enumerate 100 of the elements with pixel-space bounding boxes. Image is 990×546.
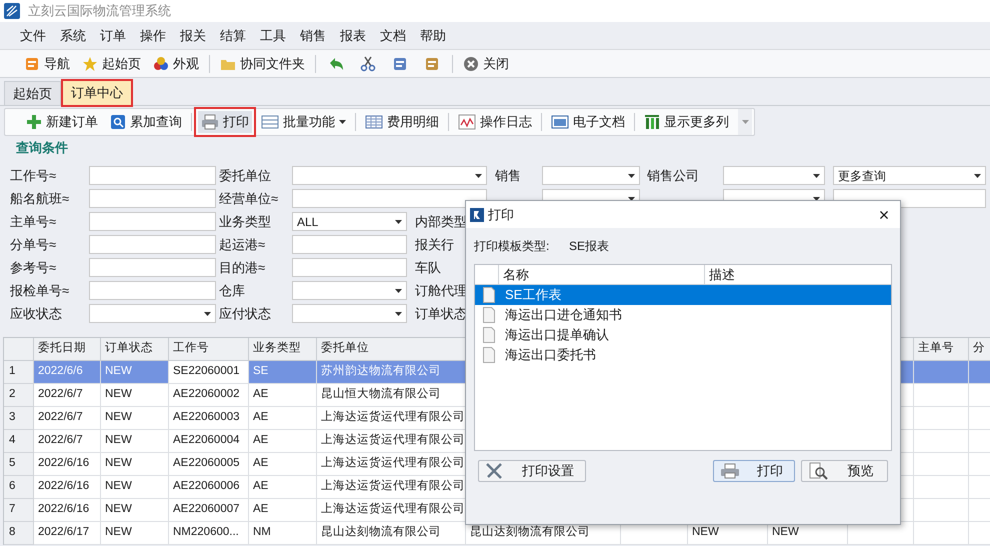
menu-item[interactable]: 系统 <box>60 26 86 46</box>
toolbar-button[interactable]: 协同文件夹 <box>218 52 307 76</box>
column-header[interactable]: 委托单位 <box>321 340 369 358</box>
input-field[interactable] <box>89 212 216 231</box>
toolbar-button[interactable]: 关闭 <box>461 52 511 76</box>
tab[interactable]: 起始页 <box>4 81 61 105</box>
table-row[interactable]: 8 2022/6/17 NEW NM220600... NM 昆山达刻物流有限公司 昆山达刻物流有限公司 NEW NEW <box>4 522 990 545</box>
table-cell-text: 2022/6/16 <box>38 479 90 494</box>
app-logo-icon <box>4 3 20 19</box>
dialog-title: 打印 <box>488 206 514 224</box>
dialog-button[interactable]: 打印 <box>713 460 795 482</box>
column-header[interactable]: 业务类型 <box>253 340 301 358</box>
menu-item[interactable]: 工具 <box>260 26 286 46</box>
template-row[interactable]: 海运出口委托书 <box>475 345 891 365</box>
table-cell-text: 昆山达刻物流有限公司 <box>470 524 590 540</box>
table-cell-text: AE22060007 <box>173 502 240 518</box>
table-cell-text: AE22060003 <box>173 410 240 426</box>
menu-item[interactable]: 销售 <box>300 26 326 46</box>
toolbar-button[interactable]: 外观 <box>151 52 201 76</box>
column-header[interactable]: 名称 <box>503 264 529 284</box>
dropdown-field[interactable] <box>292 304 407 323</box>
column-header[interactable]: 委托日期 <box>38 340 86 358</box>
search-icon <box>110 114 126 130</box>
menu-item[interactable]: 订单 <box>100 26 126 46</box>
table-cell-text: 上海达运货运代理有限公司 <box>321 456 465 472</box>
close-button[interactable]: × <box>872 206 896 224</box>
template-row[interactable]: 海运出口进仓通知书 <box>475 305 891 325</box>
table-cell-text: NEW <box>105 502 132 518</box>
toolbar-button[interactable]: 费用明细 <box>362 111 442 133</box>
chevron-down-icon <box>742 120 748 124</box>
table-cell-text: NEW <box>105 387 132 402</box>
template-row[interactable]: SE工作表 <box>475 285 891 305</box>
tab[interactable]: 订单中心 <box>63 81 131 105</box>
column-header[interactable]: 工作号 <box>173 340 209 358</box>
document-icon <box>483 307 495 323</box>
dropdown-field[interactable] <box>292 166 487 185</box>
input-field[interactable] <box>292 235 407 254</box>
tools-icon <box>485 462 505 480</box>
template-row[interactable]: 海运出口提单确认 <box>475 325 891 345</box>
navigation-icon <box>24 56 40 72</box>
input-field[interactable] <box>89 258 216 277</box>
menu-item[interactable]: 报表 <box>340 26 366 46</box>
menu-item[interactable]: 文件 <box>20 26 46 46</box>
field-label: 委托单位 <box>219 168 271 183</box>
input-field[interactable] <box>89 166 216 185</box>
dialog-button[interactable]: 预览 <box>801 460 888 482</box>
row-number: 6 <box>9 479 16 494</box>
paste-icon <box>424 56 440 72</box>
table-cell-text: 2022/6/16 <box>38 502 90 518</box>
menu-item[interactable]: 报关 <box>180 26 206 46</box>
overflow-button[interactable] <box>738 109 752 135</box>
column-header[interactable]: 分 <box>973 340 985 358</box>
toolbar-button[interactable]: 批量功能 <box>258 111 349 133</box>
toolbar-button[interactable]: 新建订单 <box>23 111 101 133</box>
menu-item[interactable]: 结算 <box>220 26 246 46</box>
menu-item[interactable]: 帮助 <box>420 26 446 46</box>
dropdown-field[interactable] <box>542 166 640 185</box>
dropdown-arrow-icon <box>813 174 820 178</box>
input-field[interactable] <box>292 189 487 208</box>
app-logo-icon <box>470 208 484 222</box>
menu-item[interactable]: 操作 <box>140 26 166 46</box>
column-header[interactable]: 主单号 <box>918 340 954 358</box>
dropdown-field[interactable] <box>292 281 407 300</box>
dropdown-field[interactable]: ALL <box>292 212 407 231</box>
table-cell-text: NM <box>253 525 271 540</box>
toolbar-button[interactable]: 起始页 <box>80 52 143 76</box>
input-field[interactable] <box>89 235 216 254</box>
table-cell-text: AE <box>253 456 268 472</box>
table-cell-text: 上海达运货运代理有限公司 <box>321 410 465 426</box>
input-field[interactable] <box>89 189 216 208</box>
toolbar-button[interactable]: 显示更多列 <box>641 111 732 133</box>
palette-icon <box>153 56 169 72</box>
dropdown-field[interactable] <box>723 166 825 185</box>
table-cell-text: SE22060001 <box>173 364 240 380</box>
column-header[interactable]: 订单状态 <box>105 340 153 358</box>
input-field[interactable] <box>292 258 407 277</box>
toolbar-button[interactable]: 累加查询 <box>107 111 185 133</box>
document-icon <box>483 347 495 363</box>
table-cell-text: NEW <box>105 364 132 380</box>
dialog-button[interactable]: 打印设置 <box>478 460 586 482</box>
toolbar-button[interactable]: 打印 <box>198 111 252 133</box>
table-icon <box>365 114 383 130</box>
dropdown-field[interactable] <box>89 304 216 323</box>
dropdown-field[interactable]: 更多查询 <box>833 166 986 185</box>
table-cell-text: NEW <box>692 525 719 540</box>
table-cell-text: 2022/6/7 <box>38 410 83 426</box>
cut-icon <box>360 56 376 72</box>
table-cell-text: AE22060002 <box>173 387 240 402</box>
menu-item[interactable]: 文档 <box>380 26 406 46</box>
columns-icon <box>644 114 660 130</box>
field-label: 经营单位≈ <box>219 190 278 206</box>
dropdown-arrow-icon <box>395 312 402 316</box>
input-field[interactable] <box>89 281 216 300</box>
printer-icon <box>720 463 740 479</box>
column-header[interactable]: 描述 <box>709 264 735 284</box>
close-icon <box>463 56 479 72</box>
toolbar-button[interactable]: 操作日志 <box>455 111 535 133</box>
toolbar-button[interactable]: 电子文档 <box>548 111 628 133</box>
table-cell-text: AE <box>253 387 268 402</box>
toolbar-button[interactable]: 导航 <box>22 52 72 76</box>
